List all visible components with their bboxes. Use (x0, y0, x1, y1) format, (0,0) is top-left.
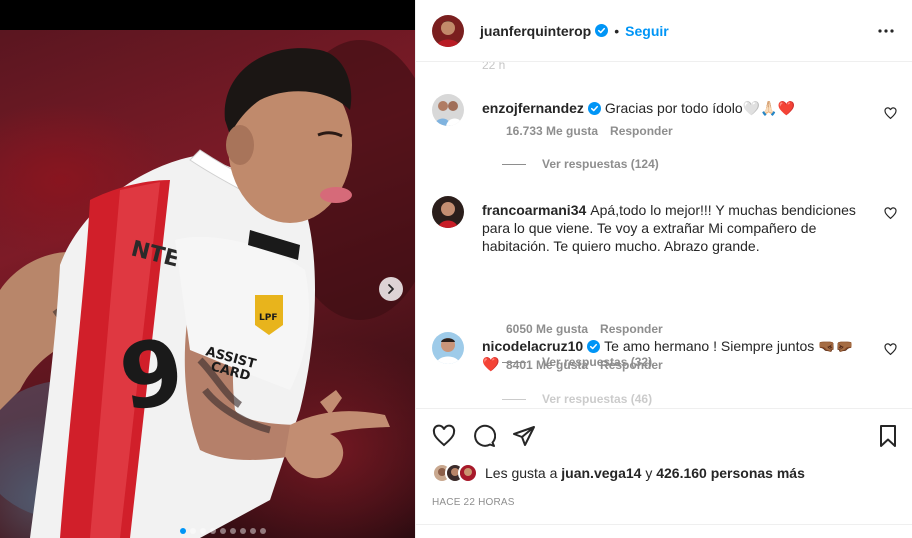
verified-badge-icon (587, 340, 601, 353)
likes-connector: y (645, 465, 653, 481)
carousel-next-button[interactable] (379, 277, 403, 301)
comment-reply-button[interactable]: Responder (610, 124, 673, 138)
view-replies-button[interactable]: Ver respuestas (124) (502, 157, 659, 171)
save-bookmark-icon[interactable] (877, 424, 899, 448)
comment-reply-button[interactable]: Responder (600, 322, 663, 336)
comment-avatar[interactable] (432, 332, 464, 364)
likes-prefix: Les gusta a (485, 465, 558, 481)
verified-badge-icon (595, 24, 609, 37)
svg-text:LPF: LPF (259, 313, 277, 323)
likes-others[interactable]: 426.160 personas más (656, 465, 805, 481)
view-replies-label: Ver respuestas (46) (542, 392, 653, 406)
author-avatar[interactable] (432, 14, 464, 47)
carousel-dot[interactable] (259, 528, 266, 534)
comment-meta: 6050 Me gusta Responder (482, 322, 675, 336)
liker-avatar (458, 463, 478, 483)
carousel-dot[interactable] (239, 528, 246, 534)
comment-text: Gracias por todo ídolo🤍🙏🏻❤️ (604, 100, 795, 116)
media-top-bar (0, 0, 415, 30)
carousel-dot[interactable] (189, 528, 196, 534)
carousel-dots (0, 528, 415, 534)
comment-meta: 8401 Me gusta Responder (482, 358, 675, 372)
post-side-panel: juanferquinterop • Seguir 22 h enzojfern… (415, 0, 912, 538)
verified-badge-icon (587, 102, 601, 115)
post-photo-player: 9 NTERO LPF ASSIST CARD (0, 40, 415, 538)
comment-body: francoarmani34 Apá,todo lo mejor!!! Y muc… (482, 201, 862, 255)
comment-avatar[interactable] (432, 196, 464, 228)
comments-list[interactable]: 22 h enzojfernandez Gracias por todo ídol… (416, 62, 912, 408)
comment-likes[interactable]: 8401 Me gusta (506, 358, 588, 372)
author-username[interactable]: juanferquinterop (480, 23, 591, 39)
comment-meta: 16.733 Me gusta Responder (482, 124, 685, 138)
post-timestamp[interactable]: HACE 22 HORAS (432, 497, 515, 508)
comment-like-heart-icon[interactable] (884, 207, 897, 220)
comment-bubble-icon[interactable] (472, 424, 496, 448)
replies-line (502, 398, 526, 400)
post-media[interactable]: 9 NTERO LPF ASSIST CARD (0, 0, 415, 538)
more-options-icon[interactable] (877, 22, 895, 40)
chevron-right-icon (388, 284, 394, 294)
likes-user[interactable]: juan.vega14 (561, 465, 641, 481)
carousel-dot[interactable] (199, 528, 206, 534)
carousel-dot[interactable] (249, 528, 256, 534)
comment-reply-button[interactable]: Responder (600, 358, 663, 372)
comment-like-heart-icon[interactable] (884, 107, 897, 120)
likes-text: Les gusta a juan.vega14 y 426.160 person… (485, 465, 805, 481)
carousel-dot[interactable] (229, 528, 236, 534)
comment-likes[interactable]: 6050 Me gusta (506, 322, 588, 336)
caption-time-stub: 22 h (482, 62, 506, 72)
like-heart-icon[interactable] (432, 424, 456, 448)
follow-button[interactable]: Seguir (625, 23, 669, 39)
replies-line (502, 163, 526, 165)
share-paper-plane-icon[interactable] (512, 424, 536, 448)
divider (416, 524, 912, 525)
post-action-bar (416, 408, 912, 456)
post-header: juanferquinterop • Seguir (416, 0, 912, 62)
carousel-dot[interactable] (179, 528, 186, 534)
comment-avatar[interactable] (432, 94, 464, 126)
header-separator: • (614, 22, 620, 39)
comment-body: enzojfernandez Gracias por todo ídolo🤍🙏🏻❤… (482, 99, 862, 117)
likes-summary[interactable]: Les gusta a juan.vega14 y 426.160 person… (432, 463, 805, 483)
carousel-dot[interactable] (209, 528, 216, 534)
carousel-dot[interactable] (219, 528, 226, 534)
comment-likes[interactable]: 16.733 Me gusta (506, 124, 598, 138)
comment-like-heart-icon[interactable] (884, 343, 897, 356)
view-replies-label: Ver respuestas (124) (542, 157, 659, 171)
comment-username[interactable]: enzojfernandez (482, 100, 584, 116)
comment-username[interactable]: nicodelacruz10 (482, 338, 583, 354)
comment-username[interactable]: francoarmani34 (482, 202, 586, 218)
view-replies-button[interactable]: Ver respuestas (46) (502, 392, 652, 406)
